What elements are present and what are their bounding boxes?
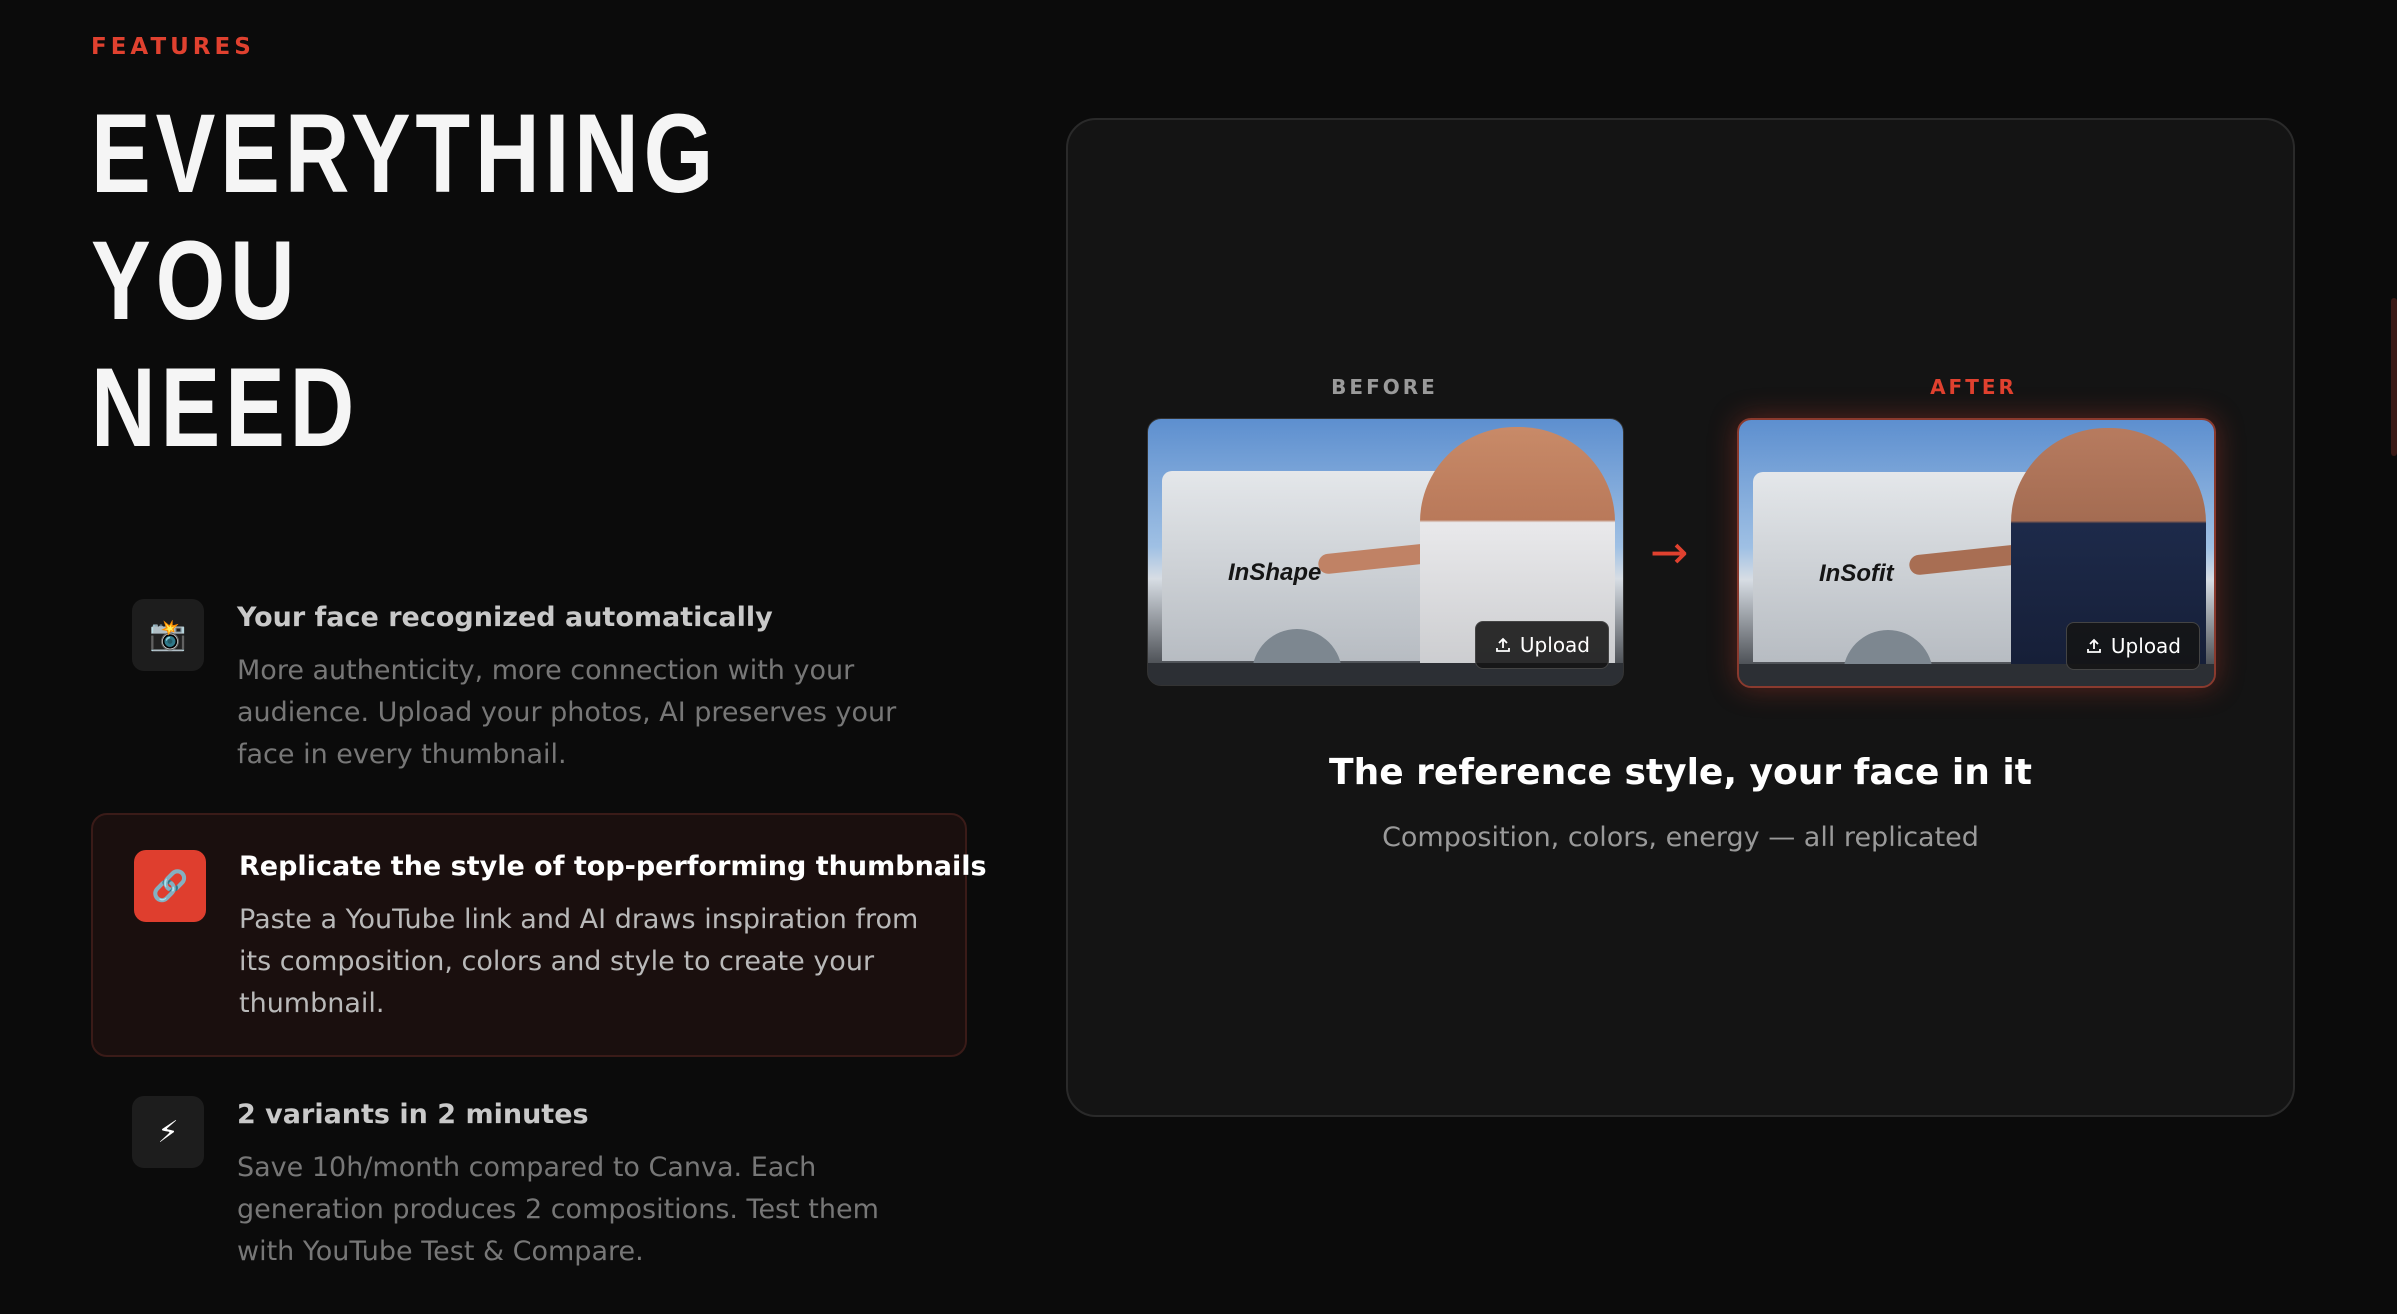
after-label: AFTER bbox=[1930, 375, 2017, 399]
feature-description: Save 10h/month compared to Canva. Each g… bbox=[237, 1152, 879, 1267]
upload-icon bbox=[2087, 638, 2101, 653]
gym-logo: InSofit bbox=[1819, 560, 1894, 587]
feature-replicate-style[interactable]: 🔗 Replicate the style of top-performing … bbox=[91, 813, 987, 1057]
section-eyebrow: FEATURES bbox=[91, 34, 255, 60]
feature-title: 2 variants in 2 minutes bbox=[237, 1099, 589, 1130]
before-label: BEFORE bbox=[1331, 375, 1438, 399]
headline-line-2: YOU bbox=[91, 218, 300, 343]
upload-label: Upload bbox=[2110, 634, 2181, 658]
headline-line-3: NEED bbox=[91, 345, 360, 470]
upload-button-before[interactable]: Upload bbox=[1474, 621, 1609, 669]
arrow-right-icon: → bbox=[1650, 525, 1689, 579]
feature-description: Paste a YouTube link and AI draws inspir… bbox=[239, 904, 919, 1019]
preview-subtitle: Composition, colors, energy — all replic… bbox=[1382, 822, 1979, 853]
lightning-icon: ⚡ bbox=[132, 1096, 204, 1168]
link-icon: 🔗 bbox=[134, 850, 206, 922]
upload-icon bbox=[1496, 637, 1510, 652]
gym-logo: InShape bbox=[1228, 559, 1322, 586]
scrollbar-thumb[interactable] bbox=[2391, 298, 2397, 456]
before-thumbnail: InShape Upload bbox=[1147, 418, 1624, 686]
feature-description: More authenticity, more connection with … bbox=[237, 655, 897, 770]
section-headline: EVERYTHING YOU NEED bbox=[91, 90, 718, 471]
headline-line-1: EVERYTHING bbox=[91, 91, 719, 216]
feature-title: Replicate the style of top-performing th… bbox=[239, 851, 987, 882]
after-thumbnail: InSofit Upload bbox=[1737, 418, 2216, 688]
preview-title: The reference style, your face in it bbox=[1329, 752, 2032, 793]
camera-icon: 📸 bbox=[132, 599, 204, 671]
feature-face-recognition[interactable]: 📸 Your face recognized automatically Mor… bbox=[91, 584, 967, 774]
upload-button-after[interactable]: Upload bbox=[2065, 622, 2200, 670]
upload-label: Upload bbox=[1519, 633, 1590, 657]
feature-title: Your face recognized automatically bbox=[237, 602, 773, 633]
feature-two-variants[interactable]: ⚡ 2 variants in 2 minutes Save 10h/month… bbox=[91, 1081, 967, 1271]
